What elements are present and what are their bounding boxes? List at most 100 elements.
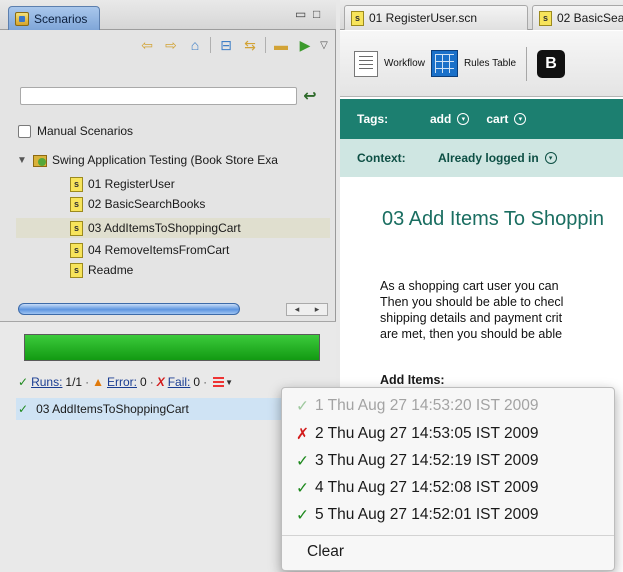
tree-root-label: Swing Application Testing (Book Store Ex… (52, 153, 278, 167)
tag-dropdown-icon[interactable]: ▾ (514, 113, 527, 125)
workflow-label[interactable]: Workflow (384, 58, 425, 69)
tab-scenarios[interactable]: Scenarios (8, 6, 100, 30)
scenario-file-icon: s (539, 10, 552, 26)
separator: · (85, 375, 90, 389)
fail-value: 0 (193, 375, 201, 389)
collapse-all-icon[interactable]: ⊟ (215, 35, 237, 55)
pass-check-icon: ✓ (296, 506, 309, 524)
history-run-item[interactable]: ✓ 3 Thu Aug 27 14:52:19 IST 2009 (296, 451, 539, 471)
pass-check-icon: ✓ (18, 402, 29, 416)
history-run-item[interactable]: ✗ 2 Thu Aug 27 14:53:05 IST 2009 (296, 424, 539, 444)
context-dropdown-icon[interactable]: ▾ (544, 152, 557, 164)
tab-01-registeruser[interactable]: s 01 RegisterUser.scn (344, 5, 528, 30)
separator: · (203, 375, 208, 389)
rules-table-icon[interactable] (430, 50, 458, 77)
runs-value: 1/1 (65, 375, 83, 389)
editor-tabbar: s 01 RegisterUser.scn s 02 BasicSea (340, 0, 623, 30)
tag-chip-add[interactable]: add ▾ (430, 112, 470, 126)
back-arrow-icon[interactable]: ⇦ (136, 35, 158, 55)
fail-cross-icon: X (156, 375, 165, 389)
history-dropdown-button[interactable]: ▼ (213, 376, 233, 388)
scenario-file-icon: s (70, 242, 83, 258)
scenario-file-icon: s (351, 10, 364, 26)
tab-label: 01 RegisterUser.scn (369, 11, 478, 25)
filter-go-icon[interactable]: ↩ (300, 86, 320, 106)
scrollbar-thumb[interactable] (18, 303, 240, 315)
link-editor-icon[interactable]: ⇆ (239, 35, 261, 55)
context-bar: Context: Already logged in ▾ (340, 139, 623, 177)
history-run-item: ✓ 1 Thu Aug 27 14:53:20 IST 2009 (296, 396, 539, 416)
error-value: 0 (140, 375, 147, 389)
scenario-file-icon: s (70, 262, 83, 278)
scenario-description: As a shopping cart user you can Then you… (380, 278, 623, 342)
run-history-popup: ✓ 1 Thu Aug 27 14:53:20 IST 2009 ✗ 2 Thu… (281, 387, 615, 571)
home-icon[interactable]: ⌂ (184, 35, 206, 55)
tag-dropdown-icon[interactable]: ▾ (457, 113, 470, 125)
forward-arrow-icon[interactable]: ⇨ (160, 35, 182, 55)
tree-item[interactable]: s 01 RegisterUser (70, 174, 330, 194)
progress-fill (25, 335, 319, 360)
tree-item-selected[interactable]: s 03 AddItemsToShoppingCart (16, 218, 330, 238)
checkbox-box[interactable] (18, 124, 31, 138)
minimize-icon[interactable]: ▭ (295, 7, 306, 21)
description-line: are met, then you should be able (380, 327, 563, 341)
tree-item[interactable]: s Readme (70, 260, 330, 280)
fail-link[interactable]: Fail: (168, 375, 191, 389)
project-icon (32, 152, 48, 168)
tags-bar: Tags: add ▾ cart ▾ (340, 99, 623, 139)
description-line: As a shopping cart user you can (380, 279, 559, 293)
tab-label: 02 BasicSea (557, 11, 623, 25)
maximize-icon[interactable]: □ (313, 7, 320, 21)
bold-button[interactable]: B (537, 49, 566, 78)
error-link[interactable]: Error: (107, 375, 137, 389)
run-icon[interactable]: ▶ (294, 35, 316, 55)
tab-02-basicsearch[interactable]: s 02 BasicSea (532, 5, 623, 30)
fail-cross-icon: ✗ (296, 425, 309, 443)
disclosure-triangle-icon[interactable]: ▼ (16, 155, 28, 166)
tag-chip-cart[interactable]: cart ▾ (486, 112, 527, 126)
toolbar-divider (265, 37, 266, 53)
tree-item[interactable]: s 04 RemoveItemsFromCart (70, 240, 330, 260)
tag-icon[interactable]: ▬ (270, 35, 292, 55)
test-result-label: 03 AddItemsToShoppingCart (36, 402, 189, 416)
run-progress-bar (24, 334, 320, 361)
description-line: shipping details and payment crit (380, 311, 563, 325)
tree-item[interactable]: s 02 BasicSearchBooks (70, 194, 330, 214)
history-run-item[interactable]: ✓ 4 Thu Aug 27 14:52:08 IST 2009 (296, 478, 539, 498)
chevron-down-icon: ▼ (225, 377, 233, 387)
pass-check-icon: ✓ (296, 397, 309, 415)
filter-input[interactable] (20, 87, 297, 105)
scrollbar-track[interactable] (240, 303, 286, 315)
tags-label: Tags: (357, 112, 389, 126)
scroll-right-icon[interactable]: ▸ (315, 304, 320, 315)
history-run-label: 4 Thu Aug 27 14:52:08 IST 2009 (315, 479, 539, 496)
scenario-title: 03 Add Items To Shoppin (382, 208, 605, 230)
run-counters: ✓ Runs: 1/1 · ▲ Error: 0 · X Fail: 0 · ▼ (18, 374, 233, 390)
horizontal-scrollbar[interactable]: ◂ ▸ (18, 302, 328, 316)
tree-root[interactable]: ▼ Swing Application Testing (Book Store … (16, 150, 278, 170)
runs-link[interactable]: Runs: (31, 375, 62, 389)
tag-label: add (430, 112, 452, 126)
rules-table-label[interactable]: Rules Table (464, 58, 516, 69)
context-value[interactable]: Already logged in (438, 151, 539, 165)
view-menu-icon[interactable]: ▽ (318, 40, 330, 51)
history-run-item[interactable]: ✓ 5 Thu Aug 27 14:52:01 IST 2009 (296, 505, 539, 525)
separator: · (149, 375, 154, 389)
history-run-label: 5 Thu Aug 27 14:52:01 IST 2009 (315, 506, 539, 523)
clear-history-item[interactable]: Clear (307, 543, 344, 561)
scroll-left-icon[interactable]: ◂ (295, 304, 300, 315)
scroll-arrows[interactable]: ◂ ▸ (286, 302, 328, 316)
history-list-icon (213, 376, 225, 388)
history-run-label: 1 Thu Aug 27 14:53:20 IST 2009 (315, 397, 539, 414)
tree-item-label: Readme (88, 263, 134, 277)
toolbar-divider (526, 46, 528, 81)
description-line: Then you should be able to checl (380, 295, 564, 309)
scenarios-icon (15, 11, 29, 26)
scenarios-toolbar: ⇦ ⇨ ⌂ ⊟ ⇆ ▬ ▶ ▽ (0, 31, 336, 59)
tree-item-label: 01 RegisterUser (88, 177, 175, 191)
manual-scenarios-checkbox[interactable]: Manual Scenarios (18, 124, 133, 138)
scenario-file-icon: s (70, 220, 83, 236)
tree-item-label: 04 RemoveItemsFromCart (88, 243, 230, 257)
workflow-icon[interactable] (354, 50, 378, 77)
tree-item-label: 02 BasicSearchBooks (88, 197, 206, 211)
